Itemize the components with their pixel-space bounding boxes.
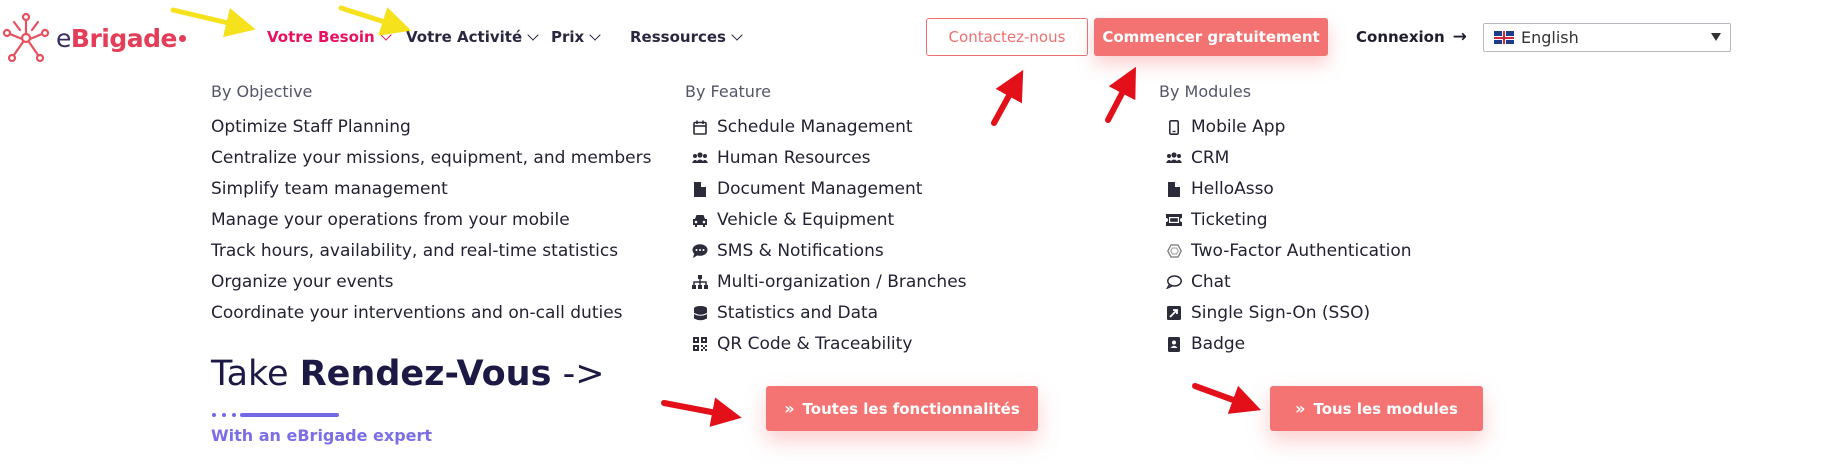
sitemap-icon	[692, 274, 708, 290]
chevron-down-icon	[527, 29, 539, 41]
logo-wordmark: eBrigade	[56, 23, 177, 53]
chevron-down-icon	[731, 29, 743, 41]
module-item[interactable]: Ticketing	[1166, 210, 1268, 230]
hexagon-icon	[1166, 243, 1182, 259]
rendez-vous-heading[interactable]: Take Rendez-Vous ->	[211, 354, 605, 394]
feature-item[interactable]: SMS & Notifications	[692, 241, 884, 261]
sms-icon	[692, 243, 708, 259]
contact-button[interactable]: Contactez-nous	[926, 18, 1088, 56]
qrcode-icon	[692, 336, 708, 352]
chevron-down-icon	[589, 29, 601, 41]
double-chevron-right-icon: »	[784, 399, 795, 418]
sso-icon	[1166, 305, 1182, 321]
language-select[interactable]: English	[1483, 23, 1731, 52]
feature-title: By Feature	[685, 82, 771, 101]
all-modules-button[interactable]: » Tous les modules	[1270, 386, 1483, 431]
file-icon	[1166, 181, 1182, 197]
logo-icon	[2, 12, 50, 63]
expert-link[interactable]: With an eBrigade expert	[211, 426, 432, 445]
red-arrow	[1192, 383, 1262, 414]
users-icon	[692, 150, 708, 166]
objective-item[interactable]: Organize your events	[211, 272, 393, 292]
module-item[interactable]: Single Sign-On (SSO)	[1166, 303, 1370, 323]
objective-item[interactable]: Optimize Staff Planning	[211, 117, 411, 137]
uk-flag-icon	[1494, 31, 1514, 44]
feature-item[interactable]: QR Code & Traceability	[692, 334, 912, 354]
users-icon	[1166, 150, 1182, 166]
badge-icon	[1166, 336, 1182, 352]
feature-item[interactable]: Document Management	[692, 179, 922, 199]
yellow-arrow	[338, 5, 412, 36]
module-item[interactable]: Badge	[1166, 334, 1245, 354]
red-arrow	[991, 69, 1024, 126]
file-icon	[692, 181, 708, 197]
chat-icon	[1166, 274, 1182, 290]
module-item[interactable]: Two-Factor Authentication	[1166, 241, 1412, 261]
nav-prix[interactable]: Prix	[551, 28, 601, 46]
nav-votre-besoin[interactable]: Votre Besoin	[267, 28, 392, 46]
arrow-right-icon: →	[1452, 26, 1467, 47]
nav-votre-activite[interactable]: Votre Activité	[406, 28, 539, 46]
all-features-button[interactable]: » Toutes les fonctionnalités	[766, 386, 1038, 431]
login-link[interactable]: Connexion →	[1356, 28, 1467, 46]
start-free-button[interactable]: Commencer gratuitement	[1094, 18, 1328, 56]
module-item[interactable]: Chat	[1166, 272, 1231, 292]
feature-item[interactable]: Multi-organization / Branches	[692, 272, 967, 292]
feature-item[interactable]: Human Resources	[692, 148, 871, 168]
objective-item[interactable]: Centralize your missions, equipment, and…	[211, 148, 651, 168]
objective-item[interactable]: Coordinate your interventions and on-cal…	[211, 303, 623, 323]
modules-title: By Modules	[1159, 82, 1252, 101]
objective-item[interactable]: Simplify team management	[211, 179, 448, 199]
decorative-dots	[212, 413, 236, 417]
red-arrow	[1105, 66, 1136, 123]
calendar-icon	[692, 119, 708, 135]
double-chevron-right-icon: »	[1295, 399, 1306, 418]
module-item[interactable]: CRM	[1166, 148, 1229, 168]
ticket-icon	[1166, 212, 1182, 228]
feature-item[interactable]: Schedule Management	[692, 117, 913, 137]
language-value: English	[1521, 28, 1579, 47]
database-icon	[692, 305, 708, 321]
nav-ressources[interactable]: Ressources	[630, 28, 743, 46]
caret-down-icon	[1711, 33, 1721, 41]
mobile-icon	[1166, 119, 1182, 135]
decorative-bar	[240, 413, 339, 417]
feature-item[interactable]: Vehicle & Equipment	[692, 210, 894, 230]
logo[interactable]: eBrigade	[0, 8, 186, 68]
objective-title: By Objective	[211, 82, 313, 101]
red-arrow	[661, 397, 742, 427]
module-item[interactable]: Mobile App	[1166, 117, 1285, 137]
logo-dot	[178, 34, 186, 42]
objective-item[interactable]: Manage your operations from your mobile	[211, 210, 570, 230]
chevron-down-icon	[380, 29, 392, 41]
module-item[interactable]: HelloAsso	[1166, 179, 1274, 199]
feature-item[interactable]: Statistics and Data	[692, 303, 878, 323]
objective-item[interactable]: Track hours, availability, and real-time…	[211, 241, 618, 261]
car-icon	[692, 212, 708, 228]
